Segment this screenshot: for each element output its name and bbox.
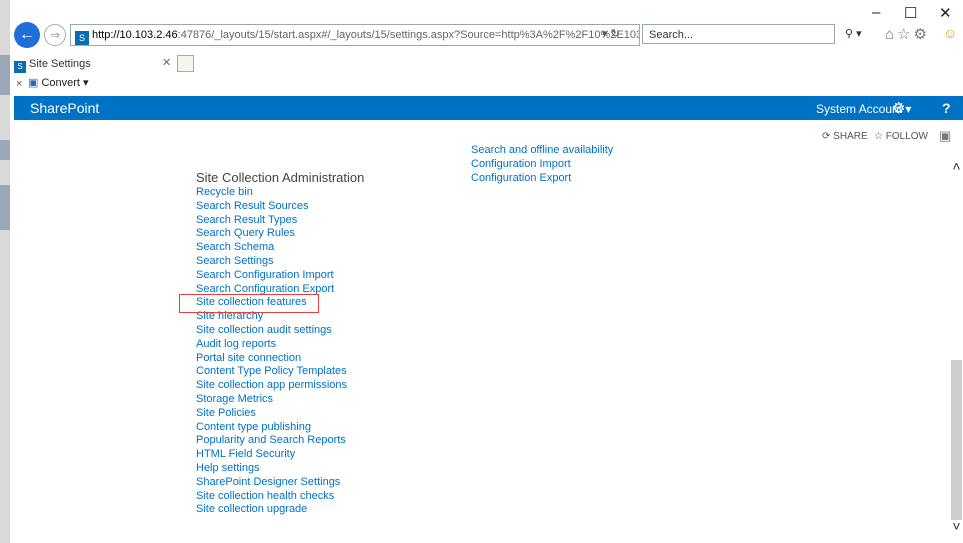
tab-close-icon[interactable]: ✕ [162,56,171,69]
desktop-edge [0,0,10,543]
close-toolbar-icon[interactable]: × [16,78,22,90]
address-dropdown-refresh-icons[interactable]: ▾ ↻ [602,27,620,40]
settings-link[interactable]: Storage Metrics [196,393,347,407]
pdf-convert-icon: ▣ [28,77,39,89]
back-arrow-icon[interactable]: ← [14,22,40,48]
site-collection-admin-links: Recycle bin Search Result Sources Search… [196,186,347,517]
scroll-up-icon[interactable]: ˄ [950,158,963,174]
sharepoint-suite-bar: SharePoint System Account ▾ ⚙ ? [14,96,963,120]
settings-link[interactable]: Audit log reports [196,338,347,352]
settings-link[interactable]: Site collection health checks [196,490,347,504]
settings-link[interactable]: Search Settings [196,255,347,269]
forward-arrow-icon[interactable]: ⇒ [44,24,66,46]
minimize-icon[interactable]: – [872,4,880,21]
follow-button[interactable]: ☆ FOLLOW [874,131,928,142]
new-tab-icon[interactable] [177,55,194,72]
share-button[interactable]: ⟳ SHARE [822,131,868,142]
settings-link[interactable]: Site collection upgrade [196,503,347,517]
section-heading: Site Collection Administration [196,170,365,185]
settings-link[interactable]: Configuration Import [471,158,613,172]
settings-link[interactable]: Search Result Sources [196,200,347,214]
settings-link[interactable]: Help settings [196,462,347,476]
settings-link[interactable]: SharePoint Designer Settings [196,476,347,490]
sharepoint-favicon-icon: S [14,61,26,73]
url-host: http://10.103.2.46 [92,29,178,41]
browser-tab[interactable]: S Site Settings [10,55,170,73]
share-icon: ⟳ [822,131,831,142]
tab-title: Site Settings [29,58,91,70]
settings-link[interactable]: Popularity and Search Reports [196,434,347,448]
settings-link[interactable]: Configuration Export [471,172,613,186]
settings-link[interactable]: Site collection audit settings [196,324,347,338]
settings-link[interactable]: Site collection app permissions [196,379,347,393]
convert-toolbar: × ▣ Convert ▾ [10,74,963,94]
home-favorites-settings-icons[interactable]: ⌂☆⚙ [885,25,930,43]
highlight-box [179,294,319,313]
settings-link[interactable]: Portal site connection [196,352,347,366]
close-icon[interactable]: ✕ [939,4,952,22]
site-settings-column-2: Search and offline availability Configur… [471,144,613,185]
search-dropdown-icon[interactable]: ⚲ ▾ [845,27,862,40]
sharepoint-brand[interactable]: SharePoint [30,100,99,116]
convert-button[interactable]: ▣ Convert ▾ [28,76,89,89]
settings-link[interactable]: Content Type Policy Templates [196,365,347,379]
settings-link[interactable]: Search Schema [196,241,347,255]
url-path: :47876/_layouts/15/start.aspx#/_layouts/… [177,29,639,41]
feedback-smiley-icon[interactable]: ☺ [943,25,957,41]
settings-link[interactable]: Search Result Types [196,214,347,228]
scroll-down-icon[interactable]: ˅ [950,518,963,534]
maximize-icon[interactable]: ☐ [904,4,917,22]
sharepoint-favicon-icon: S [75,31,89,45]
address-bar[interactable]: Shttp://10.103.2.46:47876/_layouts/15/st… [70,24,640,46]
settings-link[interactable]: Search Query Rules [196,227,347,241]
settings-link[interactable]: HTML Field Security [196,448,347,462]
help-icon[interactable]: ? [942,100,951,116]
focus-content-icon[interactable]: ▣ [939,128,951,144]
settings-link[interactable]: Content type publishing [196,421,347,435]
scroll-thumb[interactable] [951,360,962,520]
settings-link[interactable]: Search Configuration Import [196,269,347,283]
settings-link[interactable]: Search and offline availability [471,144,613,158]
settings-gear-icon[interactable]: ⚙ [892,99,905,117]
settings-link[interactable]: Recycle bin [196,186,347,200]
star-icon: ☆ [874,131,883,142]
settings-link[interactable]: Site Policies [196,407,347,421]
search-input[interactable]: Search... [642,24,835,44]
